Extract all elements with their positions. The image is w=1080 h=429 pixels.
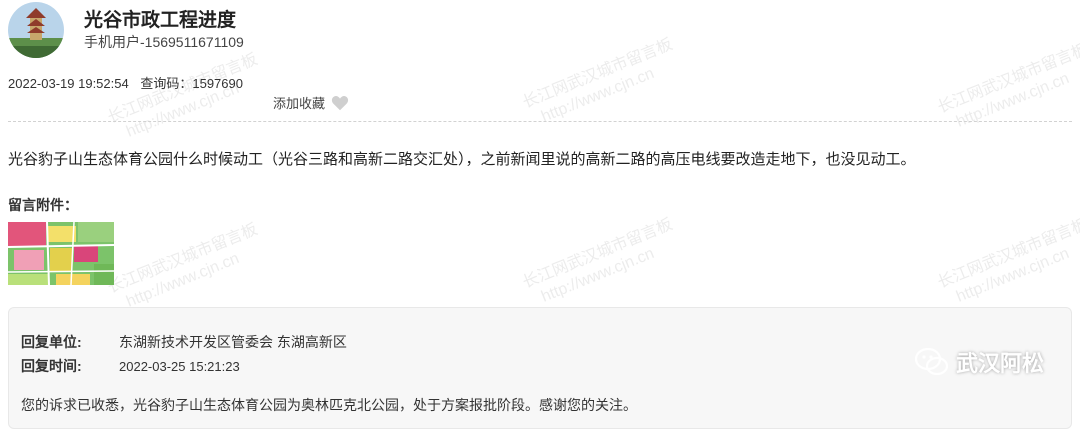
reply-unit-row: 回复单位: 东湖新技术开发区管委会 东湖高新区 — [21, 332, 347, 352]
avatar-image — [8, 2, 64, 58]
page-title: 光谷市政工程进度 — [84, 10, 237, 31]
attachments-label: 留言附件： — [8, 197, 78, 213]
map-image — [7, 221, 115, 286]
post-meta: 2022-03-19 19:52:54 查询码：1597690 — [8, 73, 243, 92]
watermark: 长江网武汉城市留言板 http://www.cjn.cn — [935, 215, 1080, 306]
reply-time-row: 回复时间: 2022-03-25 15:21:23 — [21, 356, 240, 376]
brand-name: 武汉阿松 — [955, 351, 1044, 376]
add-favorite-label: 添加收藏 — [273, 96, 326, 111]
brand-watermark: 武汉阿松 — [914, 346, 1044, 378]
reply-unit-value: 东湖新技术开发区管委会 东湖高新区 — [119, 334, 347, 350]
message-content: 光谷豹子山生态体育公园什么时候动工（光谷三路和高新二路交汇处），之前新闻里说的高… — [8, 151, 916, 168]
watermark: 长江网武汉城市留言板 http://www.cjn.cn — [520, 215, 676, 306]
reply-time-label: 回复时间: — [21, 358, 82, 374]
watermark: 长江网武汉城市留言板 http://www.cjn.cn — [105, 220, 261, 311]
query-code-label: 查询码： — [140, 76, 193, 91]
watermark: 长江网武汉城市留言板 http://www.cjn.cn — [105, 50, 261, 141]
watermark: 长江网武汉城市留言板 http://www.cjn.cn — [935, 40, 1080, 131]
avatar[interactable] — [8, 2, 64, 58]
watermark: 长江网武汉城市留言板 http://www.cjn.cn — [520, 35, 676, 126]
attachment-thumbnail[interactable] — [7, 221, 115, 286]
reply-box: 回复单位: 东湖新技术开发区管委会 东湖高新区 回复时间: 2022-03-25 1… — [8, 307, 1072, 429]
divider — [8, 121, 1072, 122]
user-name[interactable]: 手机用户-1569511671109 — [84, 32, 244, 52]
reply-text: 您的诉求已收悉，光谷豹子山生态体育公园为奥林匹克北公园，处于方案报批阶段。感谢您… — [21, 397, 637, 413]
heart-icon — [331, 95, 349, 110]
reply-unit-label: 回复单位: — [21, 334, 82, 350]
query-code-value: 1597690 — [192, 76, 243, 91]
add-favorite-button[interactable]: 添加收藏 — [273, 93, 349, 112]
post-datetime: 2022-03-19 19:52:54 — [8, 76, 129, 91]
reply-time-value: 2022-03-25 15:21:23 — [119, 359, 240, 374]
wechat-icon — [914, 347, 949, 376]
